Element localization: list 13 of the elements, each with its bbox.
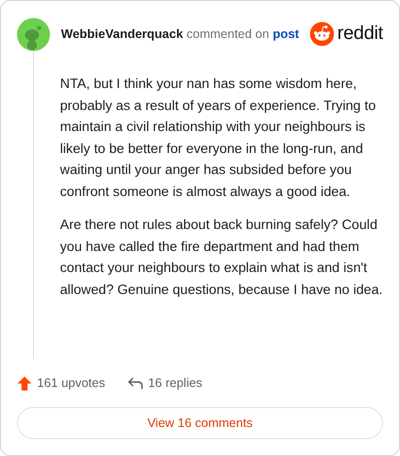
upvote-icon[interactable]	[17, 376, 32, 390]
reply-icon[interactable]	[127, 376, 144, 390]
view-comments-button[interactable]: View 16 comments	[17, 407, 383, 439]
reddit-logo-icon	[310, 22, 334, 46]
action-text: commented on	[186, 27, 270, 41]
post-link[interactable]: post	[272, 27, 300, 41]
reply-count: 16 replies	[148, 376, 202, 390]
comment-paragraph: NTA, but I think your nan has some wisdom here, probably as a result of years of experience. Trying to maintain a civil relationship with your neighbours is likely to be better for everyone in the long-run, and waiting until your anger has subsided before you confront someone is almost always a good idea.	[60, 75, 377, 201]
comment-paragraph: Are there not rules about back burning safely? Could you have called the fire department and had them contact your neighbours to explain what is and isn't allowed? Genuine questions, because I have no idea.	[60, 216, 383, 299]
avatar-icon	[17, 18, 50, 50]
author-name[interactable]: WebbieVanderquack	[61, 27, 184, 41]
upvote-count: 161 upvotes	[37, 376, 106, 390]
brand-name: reddit	[337, 23, 383, 45]
